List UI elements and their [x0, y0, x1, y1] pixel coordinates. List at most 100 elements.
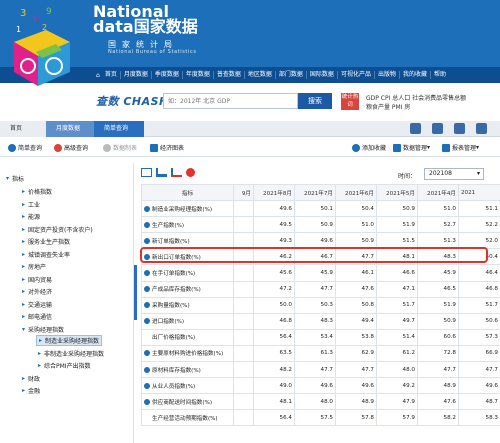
info-icon[interactable] [144, 350, 150, 357]
breadcrumb-monthly[interactable]: 月度数据 [46, 121, 100, 137]
tree-item[interactable]: ▸ 服务业生产指数 [22, 237, 70, 246]
info-icon[interactable] [144, 270, 150, 277]
info-icon[interactable] [144, 221, 150, 228]
indicator-cell[interactable]: 生产经营活动预期指数(%) [141, 409, 234, 427]
table-row[interactable]: 制造业采购经理指数(%) 49.6 50.1 50.4 50.9 51.0 51.1 [141, 200, 500, 218]
nav-regional[interactable]: 地区数据 [245, 71, 276, 79]
column-header[interactable]: 2021 [458, 183, 500, 202]
table-row[interactable]: 产成品库存指数(%) 47.2 47.7 47.6 47.1 46.5 46.8 [141, 280, 500, 298]
table-row[interactable]: 在手订单指数(%) 45.6 45.9 46.1 46.6 45.9 46.4 [141, 264, 500, 282]
column-header[interactable]: 2021年6月 [335, 183, 377, 202]
nav-international[interactable]: 国际数据 [307, 71, 338, 79]
tree-item[interactable]: ▸ 能源 [22, 212, 40, 221]
info-icon[interactable] [144, 382, 150, 389]
nav-department[interactable]: 部门数据 [276, 71, 307, 79]
indicator-cell[interactable]: 采购量指数(%) [141, 296, 234, 314]
nav-publications[interactable]: 出版物 [375, 71, 400, 79]
indicator-cell[interactable]: 制造业采购经理指数(%) [141, 200, 234, 218]
tree-item[interactable]: ▸ 固定资产投资(不含农户) [22, 225, 93, 234]
info-icon[interactable] [144, 286, 150, 293]
table-row[interactable]: 生产经营活动预期指数(%) 56.4 57.5 57.8 57.9 58.2 58.3 [141, 409, 500, 427]
column-header[interactable]: 2021年5月 [376, 183, 418, 202]
info-icon[interactable] [144, 237, 150, 244]
info-icon[interactable] [144, 398, 150, 405]
table-row[interactable]: 原材料库存指数(%) 48.2 47.7 47.7 48.0 47.7 47.7 [141, 361, 500, 379]
table-row[interactable]: 生产指数(%) 49.5 50.9 51.0 51.9 52.7 52.2 [141, 216, 500, 234]
tree-item[interactable]: ▸ 价格指数 [22, 187, 52, 196]
tree-item[interactable]: ▸ 工业 [22, 200, 40, 209]
time-select[interactable]: 202108 ▾ [424, 168, 484, 180]
column-header[interactable]: 2021年4月 [417, 183, 459, 202]
report-manage-button[interactable]: 报表管理 ▾ [442, 143, 479, 152]
tree-item[interactable]: ▸ 房地产 [22, 262, 46, 271]
breadcrumb-simple-query[interactable]: 简单查询 [94, 121, 144, 137]
info-icon[interactable] [144, 302, 150, 309]
export-icon[interactable] [476, 123, 487, 134]
bar-chart-icon[interactable] [156, 168, 167, 177]
download-icon[interactable] [432, 123, 443, 134]
table-row[interactable]: 从业人员指数(%) 49.0 49.6 49.6 49.2 48.9 49.6 [141, 377, 500, 395]
tree-item-label: 房地产 [28, 264, 47, 271]
tree-item[interactable]: ▸ 金融 [22, 386, 40, 395]
indicator-cell[interactable]: 在手订单指数(%) [141, 264, 234, 282]
hot-words-line-2[interactable]: 粮食产量 PMI 房 [366, 102, 410, 111]
home-icon[interactable]: ⌂ [96, 72, 100, 79]
breadcrumb-home[interactable]: 首页 [0, 121, 50, 137]
info-icon[interactable] [144, 205, 150, 212]
indicator-cell[interactable]: 进口指数(%) [141, 312, 234, 330]
search-input[interactable] [163, 93, 298, 109]
info-icon[interactable] [144, 318, 150, 325]
table-row[interactable]: 供应商配送时间指数(%) 48.1 48.0 48.9 47.9 47.6 48.7 [141, 393, 500, 411]
tree-item[interactable]: ▸ 交通运输 [22, 300, 52, 309]
table-view-icon[interactable] [141, 168, 152, 177]
tree-item[interactable]: ▸ 国内贸易 [22, 275, 52, 284]
upload-icon[interactable] [410, 123, 421, 134]
tree-item[interactable]: ▸ 财政 [22, 374, 40, 383]
nav-yearly[interactable]: 年度数据 [183, 71, 214, 79]
indicator-cell[interactable]: 从业人员指数(%) [141, 377, 234, 395]
nav-favorites[interactable]: 我的收藏 [400, 71, 431, 79]
column-header[interactable]: 指标 [141, 183, 234, 202]
table-row[interactable]: 采购量指数(%) 50.0 50.3 50.8 51.7 51.9 51.7 [141, 296, 500, 314]
table-row[interactable]: 进口指数(%) 46.8 48.3 49.4 49.7 50.9 50.6 [141, 312, 500, 330]
table-row[interactable]: 出厂价格指数(%) 56.4 53.4 53.8 51.4 60.6 57.3 [141, 328, 500, 346]
nav-home[interactable]: 首页 [102, 71, 121, 79]
simple-query-button[interactable]: 简单查询 [8, 143, 42, 152]
column-header[interactable]: 9月 [233, 183, 254, 202]
column-header[interactable]: 2021年8月 [253, 183, 295, 202]
indicator-cell[interactable]: 出厂价格指数(%) [141, 328, 234, 346]
tree-subitem-selected[interactable]: ▸ 制造业采购经理指数 [36, 335, 103, 346]
tree-item[interactable]: ▸ 对外经济 [22, 287, 52, 296]
tree-root[interactable]: ▾ 指标 [6, 174, 24, 183]
nav-help[interactable]: 帮助 [431, 71, 449, 79]
nav-monthly[interactable]: 月度数据 [121, 71, 152, 79]
tree-item[interactable]: ▸ 城镇调查失业率 [22, 250, 70, 259]
tree-item-pmi[interactable]: ▾ 采购经理指数 [22, 325, 64, 334]
line-chart-icon[interactable] [171, 168, 182, 177]
indicator-cell[interactable]: 供应商配送时间指数(%) [141, 393, 234, 411]
nav-visualization[interactable]: 可视化产品 [338, 71, 375, 79]
pie-chart-icon[interactable] [186, 168, 195, 177]
indicator-cell[interactable]: 原材料库存指数(%) [141, 361, 234, 379]
panel-scrollbar[interactable] [134, 265, 137, 320]
print-icon[interactable] [454, 123, 465, 134]
info-icon[interactable] [144, 366, 150, 373]
chevron-down-icon: ▾ [476, 170, 480, 177]
indicator-cell[interactable]: 产成品库存指数(%) [141, 280, 234, 298]
nav-census[interactable]: 普查数据 [214, 71, 245, 79]
column-header[interactable]: 2021年7月 [294, 183, 336, 202]
tree-item[interactable]: ▸ 邮电通信 [22, 312, 52, 321]
indicator-cell[interactable]: 主要原材料购进价格指数(%) [141, 344, 234, 363]
nav-quarterly[interactable]: 季度数据 [152, 71, 183, 79]
indicator-cell[interactable]: 生产指数(%) [141, 216, 234, 234]
table-row[interactable]: 主要原材料购进价格指数(%) 63.5 61.3 62.9 61.2 72.8 66.9 [141, 344, 500, 363]
search-button[interactable]: 搜索 [298, 93, 332, 109]
data-manage-button[interactable]: 数据管理 ▾ [393, 143, 430, 152]
advanced-query-button[interactable]: 高级查询 [54, 143, 88, 152]
add-favorite-button[interactable]: 添加收藏 [352, 143, 386, 152]
tree-subitem[interactable]: ▸ 非制造业采购经理指数 [38, 349, 104, 358]
chart-make-button[interactable]: 经济图表 [150, 143, 184, 152]
table-make-button[interactable]: 数据制表 [103, 143, 137, 152]
hot-words-line-1[interactable]: GDP CPI 总人口 社会消费品零售总额 [366, 93, 466, 102]
tree-subitem[interactable]: ▸ 综合PMI产出指数 [38, 361, 91, 370]
